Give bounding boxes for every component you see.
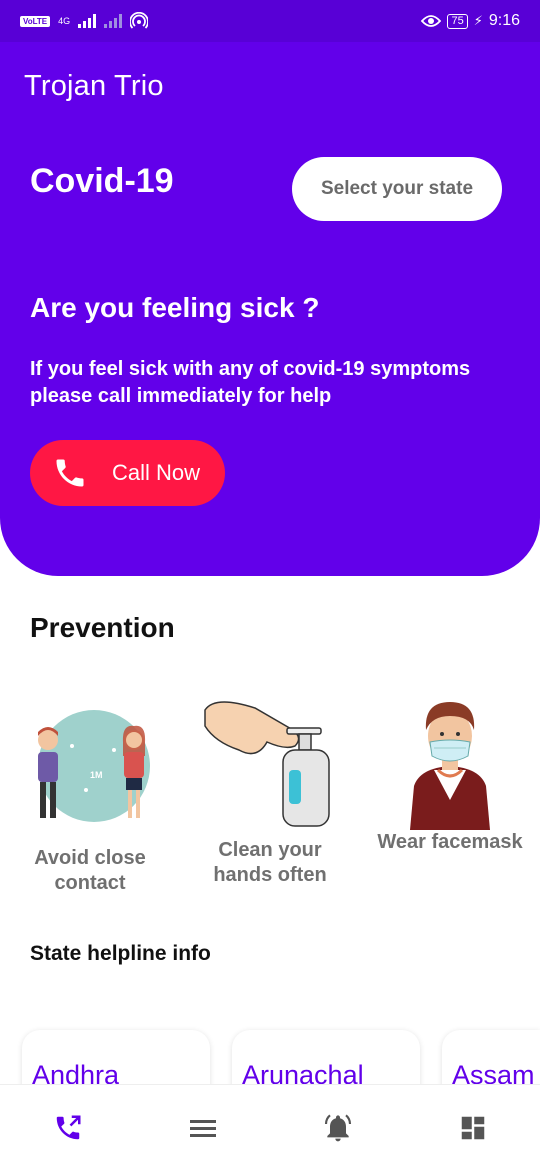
signal-icon xyxy=(78,14,97,28)
prevention-item-handwash: Clean your hands often xyxy=(190,690,350,888)
prevention-item-distance: 1M Avoid close contact xyxy=(24,690,156,896)
phone-icon xyxy=(56,459,84,487)
hotspot-icon xyxy=(130,12,149,29)
prevention-label-facemask: Wear facemask xyxy=(377,831,523,853)
status-right: 75 ⚡ 9:16 xyxy=(421,12,520,30)
app-bar: Trojan Trio xyxy=(0,42,540,130)
status-left: VoLTE 4G xyxy=(20,12,149,30)
nav-menu[interactable] xyxy=(173,1098,233,1158)
menu-icon xyxy=(189,1119,216,1137)
signal-weak-icon xyxy=(104,14,123,28)
prevention-label-handwash: Clean your hands often xyxy=(213,839,327,886)
eye-icon xyxy=(421,15,442,27)
hero-title: Covid-19 xyxy=(30,162,174,200)
bottom-navigation xyxy=(0,1084,540,1170)
prevention-label-distance: Avoid close contact xyxy=(34,847,146,894)
select-state-button[interactable]: Select your state xyxy=(292,157,502,221)
nav-notifications[interactable] xyxy=(308,1098,368,1158)
charging-icon: ⚡ xyxy=(473,13,483,28)
prevention-heading: Prevention xyxy=(30,612,175,643)
prevention-item-facemask: Wear facemask xyxy=(372,690,528,855)
helpline-heading: State helpline info xyxy=(30,942,211,965)
volte-badge: VoLTE xyxy=(20,15,51,27)
social-distance-illustration: 1M xyxy=(38,710,150,822)
call-now-button[interactable]: Call Now xyxy=(30,440,225,506)
sick-heading: Are you feeling sick ? xyxy=(30,292,320,323)
status-bar: VoLTE 4G 75 ⚡ 9:16 xyxy=(0,0,540,42)
clock: 9:16 xyxy=(488,12,520,29)
face-mask-illustration xyxy=(410,702,490,830)
battery-indicator: 75 xyxy=(447,13,468,29)
distance-label: 1M xyxy=(90,770,103,780)
call-now-label: Call Now xyxy=(112,460,201,485)
hero-panel: Covid-19 Select your state Are you feeli… xyxy=(0,130,540,576)
dashboard-icon xyxy=(461,1116,484,1139)
phone-icon xyxy=(56,1115,80,1139)
hand-sanitizer-illustration xyxy=(204,701,330,827)
nav-helpline[interactable] xyxy=(38,1098,98,1158)
notification-bell-icon xyxy=(324,1114,351,1141)
network-type: 4G xyxy=(58,16,71,26)
sick-description: If you feel sick with any of covid-19 sy… xyxy=(30,358,471,407)
app-title: Trojan Trio xyxy=(24,69,164,102)
nav-dashboard[interactable] xyxy=(443,1098,503,1158)
